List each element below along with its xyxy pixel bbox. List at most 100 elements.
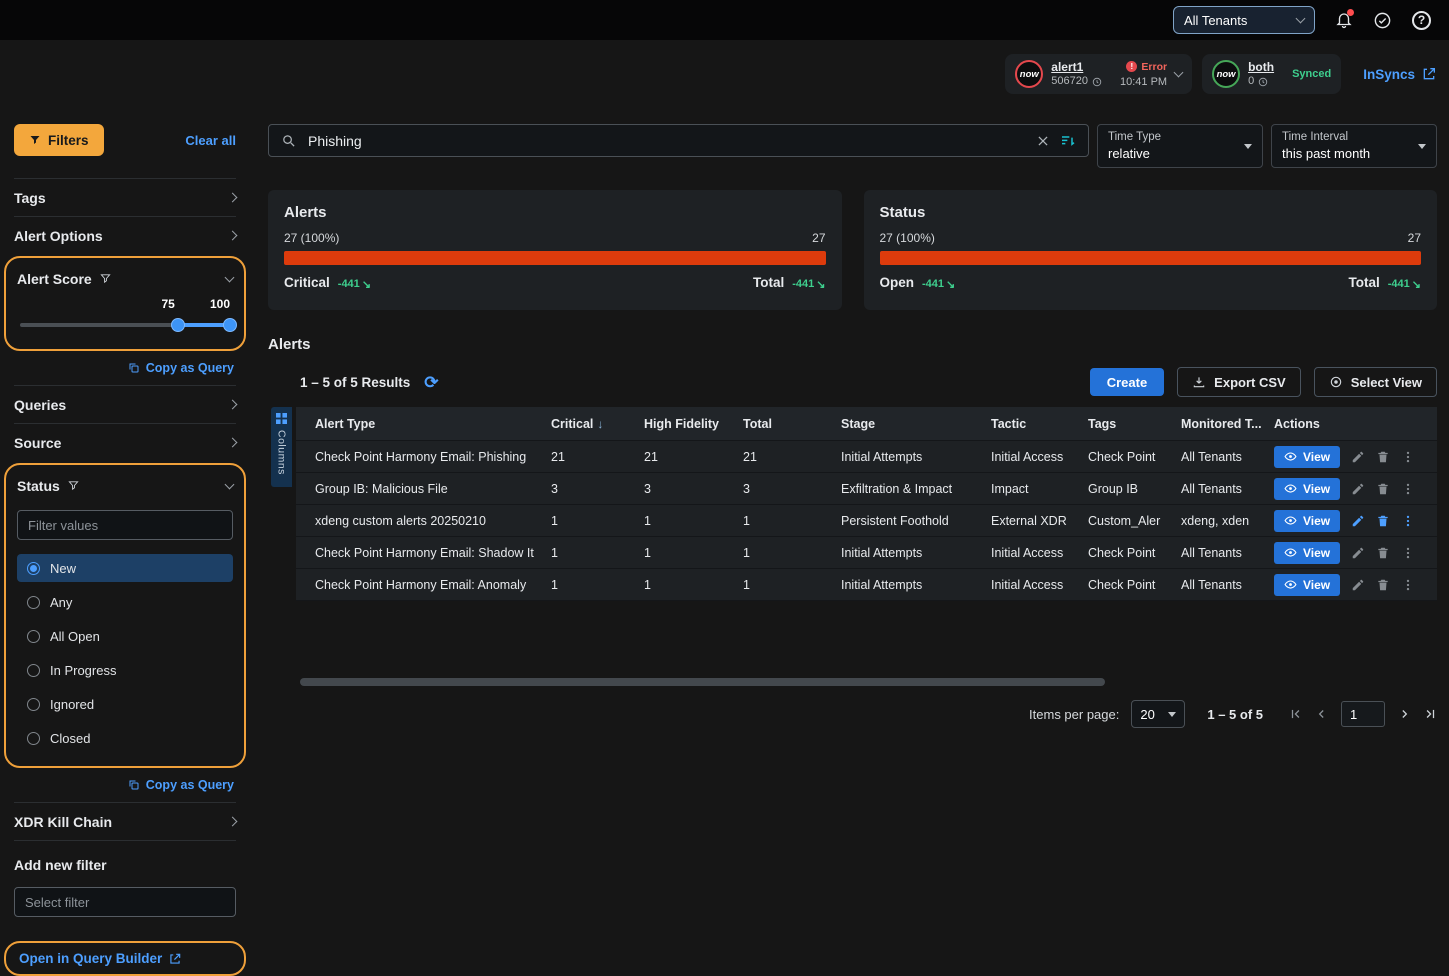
time-type-dropdown[interactable]: Time Type relative — [1097, 124, 1263, 168]
select-filter-input[interactable] — [14, 887, 236, 917]
sidebar-item-alert-options[interactable]: Alert Options — [14, 217, 236, 254]
status-option-in-progress[interactable]: In Progress — [17, 656, 233, 684]
time-interval-dropdown[interactable]: Time Interval this past month — [1271, 124, 1437, 168]
edit-icon[interactable] — [1351, 482, 1365, 496]
more-actions-icon[interactable] — [1401, 546, 1415, 560]
column-header-stage[interactable]: Stage — [831, 417, 981, 431]
tenant-selector[interactable]: All Tenants — [1173, 6, 1315, 34]
column-header-total[interactable]: Total — [733, 417, 831, 431]
table-row[interactable]: Check Point Harmony Email: Shadow It 1 1… — [296, 537, 1437, 569]
copy-as-query-link[interactable]: Copy as Query — [128, 361, 234, 375]
more-actions-icon[interactable] — [1401, 482, 1415, 496]
filters-button[interactable]: Filters — [14, 124, 104, 156]
slider-track[interactable] — [20, 323, 230, 327]
column-header-critical[interactable]: Critical↓ — [541, 417, 634, 431]
status-option-closed[interactable]: Closed — [17, 724, 233, 752]
edit-icon[interactable] — [1351, 514, 1365, 528]
delete-icon[interactable] — [1376, 578, 1390, 592]
previous-page-button[interactable] — [1315, 707, 1329, 721]
slider-handle-min[interactable] — [171, 318, 185, 332]
horizontal-scrollbar[interactable] — [300, 678, 1105, 686]
create-button[interactable]: Create — [1090, 368, 1164, 396]
delete-icon[interactable] — [1376, 450, 1390, 464]
column-header-tactic[interactable]: Tactic — [981, 417, 1078, 431]
instance-name[interactable]: alert1 — [1051, 61, 1102, 73]
cell-monitored: xdeng, xden — [1171, 514, 1264, 528]
status-option-label: All Open — [50, 629, 100, 644]
last-page-button[interactable] — [1423, 707, 1437, 721]
status-option-new[interactable]: New — [17, 554, 233, 582]
chevron-right-icon — [228, 438, 238, 448]
table-row[interactable]: Check Point Harmony Email: Phishing 21 2… — [296, 441, 1437, 473]
delete-icon[interactable] — [1376, 514, 1390, 528]
more-actions-icon[interactable] — [1401, 514, 1415, 528]
view-button[interactable]: View — [1274, 446, 1340, 468]
table-row[interactable]: Check Point Harmony Email: Anomaly 1 1 1… — [296, 569, 1437, 601]
column-header-tags[interactable]: Tags — [1078, 417, 1171, 431]
first-page-button[interactable] — [1289, 707, 1303, 721]
cell-alert-type[interactable]: Check Point Harmony Email: Anomaly — [296, 578, 541, 592]
cell-alert-type[interactable]: Check Point Harmony Email: Phishing — [296, 450, 541, 464]
refresh-icon[interactable]: ⟳ — [424, 374, 438, 391]
alert-score-slider[interactable]: 75 100 — [20, 297, 230, 339]
table-row[interactable]: Group IB: Malicious File 3 3 3 Exfiltrat… — [296, 473, 1437, 505]
status-filter-input[interactable] — [17, 510, 233, 540]
sidebar-item-xdr-kill-chain[interactable]: XDR Kill Chain — [14, 803, 236, 840]
search-input[interactable] — [306, 132, 1026, 150]
status-option-any[interactable]: Any — [17, 588, 233, 616]
copy-icon — [128, 362, 140, 374]
sidebar-item-status[interactable]: Status — [17, 467, 233, 504]
sidebar-item-source[interactable]: Source — [14, 424, 236, 461]
instance-count: 0 — [1248, 76, 1254, 87]
items-per-page-select[interactable]: 20 — [1131, 700, 1185, 728]
instance-card-both[interactable]: now both 0 Synced — [1202, 54, 1341, 94]
open-in-query-builder-link[interactable]: Open in Query Builder — [19, 951, 182, 966]
view-button[interactable]: View — [1274, 478, 1340, 500]
view-button[interactable]: View — [1274, 542, 1340, 564]
instance-name[interactable]: both — [1248, 61, 1274, 73]
cell-critical: 1 — [541, 514, 634, 528]
sidebar-item-tags[interactable]: Tags — [14, 179, 236, 216]
view-button[interactable]: View — [1274, 574, 1340, 596]
edit-icon[interactable] — [1351, 546, 1365, 560]
slider-handle-max[interactable] — [223, 318, 237, 332]
notifications-button[interactable] — [1335, 11, 1353, 29]
column-header-alert-type[interactable]: Alert Type — [296, 417, 541, 431]
delete-icon[interactable] — [1376, 482, 1390, 496]
status-option-ignored[interactable]: Ignored — [17, 690, 233, 718]
status-badge: ! Error — [1126, 61, 1167, 73]
insyncs-link[interactable]: InSyncs — [1363, 66, 1437, 82]
help-icon: ? — [1412, 11, 1431, 30]
edit-icon[interactable] — [1351, 578, 1365, 592]
export-csv-button[interactable]: Export CSV — [1177, 367, 1301, 397]
help-button[interactable]: ? — [1412, 11, 1431, 30]
status-option-all-open[interactable]: All Open — [17, 622, 233, 650]
clear-all-link[interactable]: Clear all — [185, 133, 236, 148]
delete-icon[interactable] — [1376, 546, 1390, 560]
column-header-monitored[interactable]: Monitored T... — [1171, 417, 1264, 431]
alerts-bar[interactable] — [284, 251, 826, 265]
sidebar-item-alert-score[interactable]: Alert Score — [17, 260, 233, 297]
more-actions-icon[interactable] — [1401, 578, 1415, 592]
eye-icon — [1284, 514, 1297, 527]
columns-tab[interactable]: Columns — [271, 407, 292, 487]
sidebar-item-queries[interactable]: Queries — [14, 386, 236, 423]
tasks-button[interactable] — [1373, 11, 1392, 30]
cell-alert-type[interactable]: Group IB: Malicious File — [296, 482, 541, 496]
view-button[interactable]: View — [1274, 510, 1340, 532]
select-view-button[interactable]: Select View — [1314, 367, 1437, 397]
instance-card-alert1[interactable]: now alert1 506720 ! Error 10:41 PM — [1005, 54, 1192, 94]
column-header-high-fidelity[interactable]: High Fidelity — [634, 417, 733, 431]
status-bar[interactable] — [880, 251, 1422, 265]
page-input[interactable] — [1341, 701, 1385, 727]
table-row[interactable]: xdeng custom alerts 20250210 1 1 1 Persi… — [296, 505, 1437, 537]
next-page-button[interactable] — [1397, 707, 1411, 721]
clear-search-icon[interactable] — [1036, 134, 1050, 148]
more-actions-icon[interactable] — [1401, 450, 1415, 464]
query-filter-icon[interactable] — [1060, 133, 1076, 149]
copy-as-query-link[interactable]: Copy as Query — [128, 778, 234, 792]
trend-down-icon: ↘ — [946, 278, 955, 291]
edit-icon[interactable] — [1351, 450, 1365, 464]
cell-alert-type[interactable]: xdeng custom alerts 20250210 — [296, 514, 541, 528]
cell-alert-type[interactable]: Check Point Harmony Email: Shadow It — [296, 546, 541, 560]
